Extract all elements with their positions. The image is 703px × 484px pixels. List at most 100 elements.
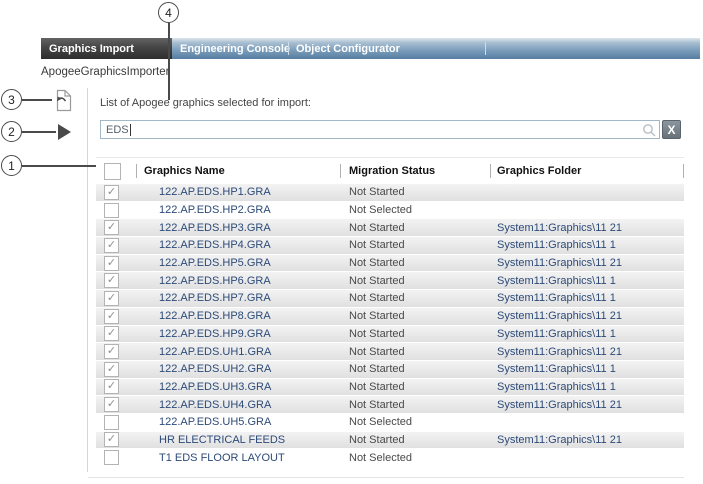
column-divider — [490, 164, 491, 178]
graphics-folder-cell: System11:Graphics\11 21 — [490, 222, 684, 234]
migration-status-cell: Not Started — [340, 399, 490, 411]
table-row[interactable]: ✓ 122.AP.EDS.HP6.GRA Not Started System1… — [96, 272, 684, 290]
graphics-name-cell[interactable]: 122.AP.EDS.HP5.GRA — [136, 257, 340, 269]
table-row[interactable]: ✓ 122.AP.EDS.HP8.GRA Not Started System1… — [96, 308, 684, 326]
select-all-cell — [96, 158, 136, 184]
table-row[interactable]: ✓ 122.AP.EDS.UH2.GRA Not Started System1… — [96, 361, 684, 379]
graphics-name-cell[interactable]: T1 EDS FLOOR LAYOUT — [136, 452, 340, 464]
table-row[interactable]: ✓ HR ELECTRICAL FEEDS Not Started System… — [96, 432, 684, 450]
graphics-name-cell[interactable]: 122.AP.EDS.HP7.GRA — [136, 292, 340, 304]
table-row[interactable]: ✓ 122.AP.EDS.UH3.GRA Not Started System1… — [96, 379, 684, 397]
row-checkbox[interactable] — [104, 415, 119, 430]
graphics-name-cell[interactable]: 122.AP.EDS.UH2.GRA — [136, 363, 340, 375]
table-row[interactable]: 122.AP.EDS.HP2.GRA Not Selected — [96, 202, 684, 220]
graphics-name-cell[interactable]: HR ELECTRICAL FEEDS — [136, 434, 340, 446]
row-checkbox[interactable]: ✓ — [104, 256, 119, 271]
run-import-button[interactable] — [58, 124, 71, 140]
row-checkbox[interactable] — [104, 203, 119, 218]
row-checkbox[interactable]: ✓ — [104, 220, 119, 235]
graphics-folder-cell: System11:Graphics\11 21 — [490, 346, 684, 358]
row-checkbox-cell: ✓ — [96, 362, 136, 377]
graphics-name-cell[interactable]: 122.AP.EDS.HP8.GRA — [136, 310, 340, 322]
graphics-folder-cell: System11:Graphics\11 1 — [490, 239, 684, 251]
row-checkbox[interactable]: ✓ — [104, 291, 119, 306]
callout-4: 4 — [158, 2, 179, 23]
tab-separator — [288, 42, 289, 55]
graphics-name-cell[interactable]: 122.AP.EDS.UH1.GRA — [136, 346, 340, 358]
table-body: ✓ 122.AP.EDS.HP1.GRA Not Started 122.AP.… — [96, 184, 684, 467]
graphics-name-cell[interactable]: 122.AP.EDS.UH4.GRA — [136, 399, 340, 411]
table-row[interactable]: ✓ 122.AP.EDS.HP9.GRA Not Started System1… — [96, 326, 684, 344]
page-title: ApogeeGraphicsImporter — [41, 66, 169, 78]
row-checkbox[interactable]: ✓ — [104, 238, 119, 253]
migration-status-cell: Not Selected — [340, 204, 490, 216]
table-row[interactable]: ✓ 122.AP.EDS.HP1.GRA Not Started — [96, 184, 684, 202]
graphics-name-cell[interactable]: 122.AP.EDS.HP1.GRA — [136, 186, 340, 198]
graphics-name-cell[interactable]: 122.AP.EDS.HP3.GRA — [136, 222, 340, 234]
graphics-name-cell[interactable]: 122.AP.EDS.UH5.GRA — [136, 416, 340, 428]
rail-divider — [87, 88, 88, 472]
table-header: Graphics Name Migration Status Graphics … — [96, 158, 684, 184]
migration-status-cell: Not Started — [340, 257, 490, 269]
tab-engineering-console[interactable]: Engineering Console — [180, 38, 290, 59]
column-header-migration-status[interactable]: Migration Status — [340, 158, 490, 184]
column-header-graphics-name[interactable]: Graphics Name — [136, 158, 340, 184]
table-row[interactable]: ✓ 122.AP.EDS.HP7.GRA Not Started System1… — [96, 290, 684, 308]
column-label: Graphics Folder — [497, 165, 581, 177]
clear-search-button[interactable]: X — [662, 120, 681, 139]
table-row[interactable]: ✓ 122.AP.EDS.HP5.GRA Not Started System1… — [96, 255, 684, 273]
column-label: Migration Status — [349, 165, 435, 177]
row-checkbox[interactable]: ✓ — [104, 326, 119, 341]
graphics-name-cell[interactable]: 122.AP.EDS.HP2.GRA — [136, 204, 340, 216]
select-all-checkbox[interactable] — [104, 163, 121, 180]
row-checkbox[interactable]: ✓ — [104, 185, 119, 200]
graphics-name-cell[interactable]: 122.AP.EDS.HP4.GRA — [136, 239, 340, 251]
tab-object-configurator[interactable]: Object Configurator — [296, 38, 400, 59]
row-checkbox[interactable] — [104, 450, 119, 465]
migration-status-cell: Not Started — [340, 222, 490, 234]
tab-label: Engineering Console — [180, 43, 290, 55]
table-row[interactable]: T1 EDS FLOOR LAYOUT Not Selected — [96, 449, 684, 467]
row-checkbox[interactable]: ✓ — [104, 273, 119, 288]
migration-status-cell: Not Started — [340, 434, 490, 446]
tab-label: Graphics Import — [49, 43, 134, 55]
row-checkbox[interactable]: ✓ — [104, 432, 119, 447]
row-checkbox[interactable]: ✓ — [104, 397, 119, 412]
graphics-folder-cell: System11:Graphics\11 1 — [490, 381, 684, 393]
search-input[interactable]: EDS — [100, 120, 660, 139]
row-checkbox-cell: ✓ — [96, 397, 136, 412]
tab-bar: Graphics Import Engineering Console Obje… — [41, 38, 700, 59]
row-checkbox-cell — [96, 415, 136, 430]
row-checkbox[interactable]: ✓ — [104, 379, 119, 394]
list-label: List of Apogee graphics selected for imp… — [100, 97, 311, 109]
search-value: EDS — [106, 124, 129, 136]
callout-1: 1 — [1, 155, 22, 176]
graphics-folder-cell: System11:Graphics\11 1 — [490, 363, 684, 375]
graphics-name-cell[interactable]: 122.AP.EDS.HP6.GRA — [136, 275, 340, 287]
graphics-name-cell[interactable]: 122.AP.EDS.HP9.GRA — [136, 328, 340, 340]
column-divider — [683, 164, 684, 178]
column-divider — [340, 164, 341, 178]
row-checkbox[interactable]: ✓ — [104, 344, 119, 359]
row-checkbox-cell: ✓ — [96, 326, 136, 341]
migration-status-cell: Not Started — [340, 328, 490, 340]
migration-status-cell: Not Started — [340, 292, 490, 304]
import-graphic-button[interactable] — [52, 89, 74, 112]
graphics-folder-cell: System11:Graphics\11 21 — [490, 434, 684, 446]
callout-3: 3 — [1, 89, 22, 110]
table-row[interactable]: ✓ 122.AP.EDS.HP3.GRA Not Started System1… — [96, 219, 684, 237]
column-header-graphics-folder[interactable]: Graphics Folder — [490, 158, 684, 184]
table-row[interactable]: ✓ 122.AP.EDS.UH4.GRA Not Started System1… — [96, 396, 684, 414]
migration-status-cell: Not Selected — [340, 452, 490, 464]
row-checkbox[interactable]: ✓ — [104, 309, 119, 324]
migration-status-cell: Not Started — [340, 275, 490, 287]
tab-separator — [485, 42, 486, 55]
tab-graphics-import[interactable]: Graphics Import — [41, 38, 172, 59]
graphics-name-cell[interactable]: 122.AP.EDS.UH3.GRA — [136, 381, 340, 393]
table-row[interactable]: ✓ 122.AP.EDS.HP4.GRA Not Started System1… — [96, 237, 684, 255]
table-row[interactable]: 122.AP.EDS.UH5.GRA Not Selected — [96, 414, 684, 432]
table-row[interactable]: ✓ 122.AP.EDS.UH1.GRA Not Started System1… — [96, 343, 684, 361]
row-checkbox-cell: ✓ — [96, 273, 136, 288]
row-checkbox[interactable]: ✓ — [104, 362, 119, 377]
column-label: Graphics Name — [144, 165, 225, 177]
